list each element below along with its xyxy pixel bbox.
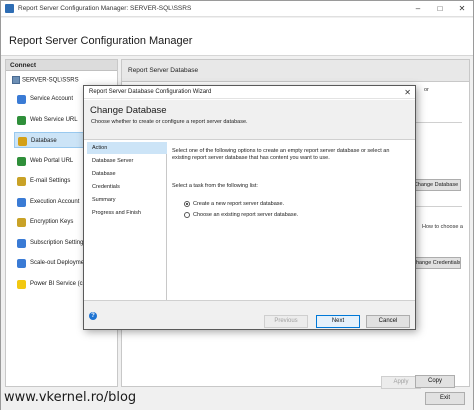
wizard-step[interactable]: Credentials: [87, 181, 167, 193]
sidebar-item-label: Scale-out Deployment: [30, 260, 90, 266]
app-header: Report Server Configuration Manager: [1, 18, 473, 56]
cancel-button[interactable]: Cancel: [366, 315, 410, 328]
wizard-heading: Change Database: [90, 105, 167, 116]
title-bar: Report Server Configuration Manager: SER…: [1, 1, 473, 17]
option-label: Choose an existing report server databas…: [193, 212, 299, 218]
next-button[interactable]: Next: [316, 315, 360, 328]
change-database-button[interactable]: Change Database: [411, 179, 461, 191]
task-label: Select a task from the following list:: [172, 183, 258, 189]
server-icon: [12, 76, 20, 84]
wizard-step[interactable]: Summary: [87, 194, 167, 206]
database-icon: [18, 137, 27, 146]
sidebar-item-label: Web Portal URL: [30, 157, 74, 164]
close-button[interactable]: ✕: [451, 1, 473, 17]
wizard-close-button[interactable]: ✕: [404, 86, 411, 99]
change-credentials-button[interactable]: Change Credentials: [411, 257, 461, 269]
wizard-content: Select one of the following options to c…: [172, 148, 410, 218]
create-new-db-option[interactable]: Create a new report server database.: [184, 200, 284, 208]
key-icon: [17, 218, 26, 227]
sidebar-item-label: Execution Account: [30, 198, 80, 205]
user-icon: [17, 197, 26, 207]
wizard-subheading: Choose whether to create or configure a …: [91, 119, 248, 125]
scale-out-icon: [17, 259, 26, 268]
section-text-fragment: or: [424, 87, 429, 93]
window-title: Report Server Configuration Manager: SER…: [18, 5, 192, 12]
how-to-choose-link[interactable]: How to choose a: [422, 224, 463, 230]
maximize-button[interactable]: □: [429, 1, 451, 17]
radio-button[interactable]: [184, 211, 190, 218]
section-title: Report Server Database: [122, 60, 469, 82]
exit-button[interactable]: Exit: [425, 392, 465, 405]
connect-header: Connect: [6, 60, 117, 71]
power-bi-icon: [17, 279, 26, 289]
server-node[interactable]: SERVER-SQL\SSRS: [12, 76, 79, 84]
watermark-text: www.vkernel.ro/blog: [4, 390, 137, 405]
radio-button[interactable]: [184, 200, 190, 207]
wizard-step[interactable]: Database: [87, 168, 167, 180]
wizard-step[interactable]: Progress and Finish: [87, 207, 167, 219]
choose-existing-db-option[interactable]: Choose an existing report server databas…: [184, 211, 298, 219]
minimize-button[interactable]: –: [407, 1, 429, 17]
database-wizard-dialog: Report Server Database Configuration Wiz…: [83, 85, 416, 330]
wizard-description: Select one of the following options to c…: [172, 148, 390, 161]
sidebar-item-label: E-mail Settings: [30, 178, 71, 184]
copy-button[interactable]: Copy: [415, 375, 455, 388]
sidebar-item-label: Service Account: [30, 96, 74, 102]
sidebar-item-label: Web Service URL: [30, 116, 78, 123]
wizard-title: Report Server Database Configuration Wiz…: [89, 89, 212, 95]
app-icon: [5, 4, 14, 13]
sidebar-item-label: Database: [31, 138, 57, 144]
service-account-icon: [17, 95, 26, 104]
wizard-step[interactable]: Database Server: [87, 155, 167, 167]
help-icon[interactable]: ?: [89, 312, 97, 320]
email-icon: [17, 177, 26, 186]
connect-button[interactable]: Connect: [10, 62, 36, 69]
globe-icon: [17, 115, 26, 125]
sidebar-item-label: Encryption Keys: [30, 219, 74, 225]
wizard-steps: Action Database Server Database Credentials…: [87, 142, 167, 300]
wizard-step[interactable]: Action: [87, 142, 167, 154]
server-name: SERVER-SQL\SSRS: [22, 77, 79, 84]
option-label: Create a new report server database.: [193, 201, 285, 207]
subscription-icon: [17, 238, 26, 248]
wizard-footer: ? Previous Next Cancel: [84, 300, 415, 329]
app-header-title: Report Server Configuration Manager: [9, 35, 193, 47]
wizard-header: Change Database Choose whether to create…: [84, 100, 415, 140]
sidebar-item-label: Subscription Settings: [30, 239, 87, 246]
previous-button[interactable]: Previous: [264, 315, 308, 328]
wizard-title-bar: Report Server Database Configuration Wiz…: [84, 86, 415, 99]
globe-icon: [17, 156, 26, 166]
